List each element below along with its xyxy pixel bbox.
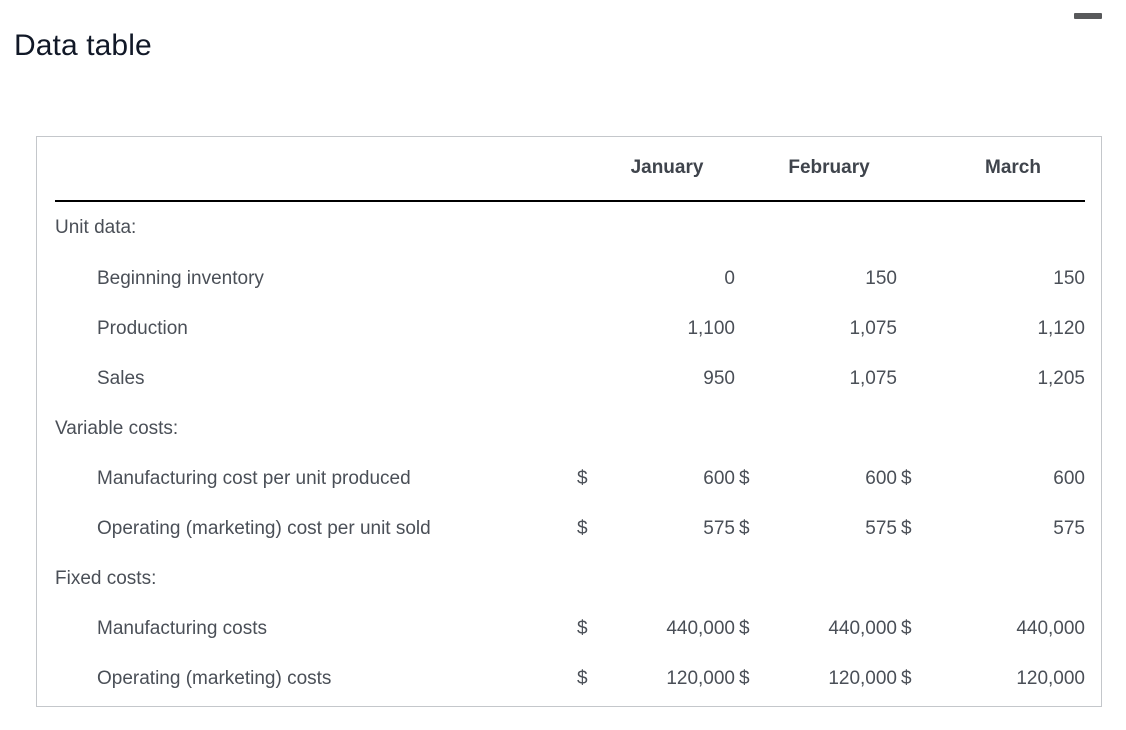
minimize-icon[interactable]: [1074, 13, 1102, 19]
table-cell-value: 600: [1053, 468, 1085, 489]
table-cell-value: [941, 554, 1085, 604]
currency-symbol: [575, 201, 597, 254]
currency-symbol: [737, 554, 759, 604]
data-table: January February March Unit data: Beginni…: [55, 137, 1085, 704]
table-cell-value: 600: [703, 468, 735, 489]
currency-symbol: [899, 254, 941, 304]
column-header-spacer-january: [575, 137, 597, 202]
currency-symbol: $: [577, 668, 588, 689]
currency-symbol: $: [901, 618, 912, 639]
table-row: Manufacturing costs $440,000 $440,000 $440,…: [55, 604, 1085, 654]
table-cell-value: [759, 554, 899, 604]
table-cell-value: [597, 201, 737, 254]
table-cell-value: 1,120: [1037, 318, 1085, 339]
column-header-blank: [55, 137, 575, 202]
table-row: Fixed costs:: [55, 554, 1085, 604]
row-item-label: Sales: [97, 368, 145, 389]
table-cell-value: [597, 404, 737, 454]
table-row: Sales 950 1,075 1,205: [55, 354, 1085, 404]
currency-symbol: [737, 304, 759, 354]
table-cell-value: 150: [1053, 268, 1085, 289]
currency-symbol: [899, 201, 941, 254]
table-row: Manufacturing cost per unit produced $600…: [55, 454, 1085, 504]
table-cell-value: 575: [703, 518, 735, 539]
table-cell-value: [759, 201, 899, 254]
column-header-spacer-march: [899, 137, 941, 202]
row-item-label: Manufacturing costs: [97, 618, 268, 639]
table-cell-value: 600: [865, 468, 897, 489]
page-title: Data table: [14, 29, 152, 62]
currency-symbol: [575, 354, 597, 404]
currency-symbol: [737, 404, 759, 454]
row-section-label: Variable costs:: [55, 418, 179, 439]
table-cell-value: [941, 404, 1085, 454]
currency-symbol: $: [739, 668, 750, 689]
currency-symbol: $: [739, 618, 750, 639]
table-cell-value: 575: [1053, 518, 1085, 539]
currency-symbol: [899, 554, 941, 604]
row-section-label: Fixed costs:: [55, 568, 157, 589]
table-cell-value: 575: [865, 518, 897, 539]
table-cell-value: 0: [724, 268, 735, 289]
table-row: Unit data:: [55, 201, 1085, 254]
table-cell-value: 120,000: [666, 668, 735, 689]
table-head: January February March: [55, 137, 1085, 202]
table-cell-value: 440,000: [828, 618, 897, 639]
table-cell-value: 150: [865, 268, 897, 289]
currency-symbol: $: [901, 668, 912, 689]
table-header-row: January February March: [55, 137, 1085, 202]
table-cell-value: [941, 201, 1085, 254]
currency-symbol: [899, 304, 941, 354]
table-cell-value: 1,205: [1037, 368, 1085, 389]
currency-symbol: [575, 554, 597, 604]
column-header-january: January: [597, 137, 737, 202]
row-item-label: Manufacturing cost per unit produced: [97, 468, 411, 489]
currency-symbol: [575, 304, 597, 354]
table-row: Production 1,100 1,075 1,120: [55, 304, 1085, 354]
row-item-label: Production: [97, 318, 188, 339]
column-header-march: March: [941, 137, 1085, 202]
table-cell-value: 440,000: [1016, 618, 1085, 639]
currency-symbol: [737, 254, 759, 304]
table-row: Operating (marketing) costs $120,000 $120,…: [55, 654, 1085, 704]
currency-symbol: $: [577, 618, 588, 639]
row-item-label: Operating (marketing) cost per unit sold: [97, 518, 431, 539]
currency-symbol: $: [901, 468, 912, 489]
table-cell-value: 1,075: [849, 318, 897, 339]
currency-symbol: [899, 404, 941, 454]
currency-symbol: [899, 354, 941, 404]
currency-symbol: $: [739, 518, 750, 539]
currency-symbol: $: [739, 468, 750, 489]
table-cell-value: 120,000: [828, 668, 897, 689]
currency-symbol: [575, 404, 597, 454]
table-cell-value: 950: [703, 368, 735, 389]
row-item-label: Operating (marketing) costs: [97, 668, 332, 689]
currency-symbol: $: [577, 518, 588, 539]
currency-symbol: [737, 201, 759, 254]
table-cell-value: 1,100: [687, 318, 735, 339]
row-section-label: Unit data:: [55, 217, 137, 238]
currency-symbol: [575, 254, 597, 304]
table-body: Unit data: Beginning inventory 0 150 150 Prod…: [55, 201, 1085, 704]
table-row: Variable costs:: [55, 404, 1085, 454]
column-header-february: February: [759, 137, 899, 202]
table-cell-value: 1,075: [849, 368, 897, 389]
currency-symbol: $: [577, 468, 588, 489]
data-table-panel: January February March Unit data: Beginni…: [36, 136, 1102, 707]
table-cell-value: [597, 554, 737, 604]
table-cell-value: 440,000: [666, 618, 735, 639]
currency-symbol: $: [901, 518, 912, 539]
column-header-spacer-february: [737, 137, 759, 202]
row-item-label: Beginning inventory: [97, 268, 264, 289]
table-row: Beginning inventory 0 150 150: [55, 254, 1085, 304]
table-cell-value: [759, 404, 899, 454]
currency-symbol: [737, 354, 759, 404]
table-cell-value: 120,000: [1016, 668, 1085, 689]
table-row: Operating (marketing) cost per unit sold…: [55, 504, 1085, 554]
